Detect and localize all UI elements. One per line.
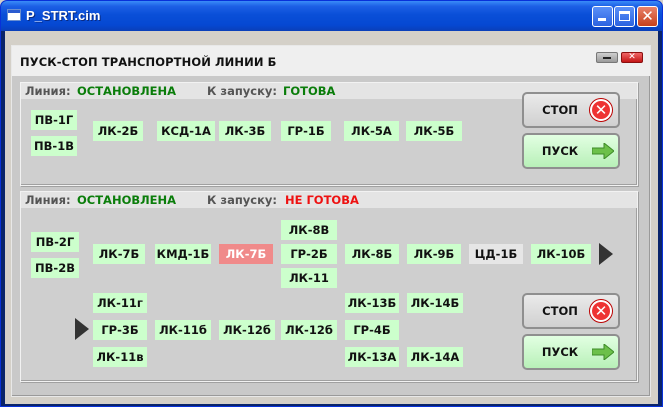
unit-tag[interactable]: КМД-1Б <box>155 244 211 264</box>
unit-tag[interactable]: ЛК-14Б <box>407 293 463 313</box>
unit-tag[interactable]: ПВ-1Г <box>31 110 77 130</box>
line-section-2: Линия: ОСТАНОВЛЕНА К запуску: НЕ ГОТОВА … <box>20 191 638 382</box>
unit-tag-alarm[interactable]: ЛК-7Б <box>219 244 273 264</box>
unit-tag[interactable]: ЛК-8Б <box>345 244 399 264</box>
app-icon <box>7 9 21 21</box>
arrow-right-icon <box>592 344 614 360</box>
unit-tag[interactable]: ЛК-12б <box>281 320 337 340</box>
unit-tag[interactable]: ГР-2Б <box>281 244 337 264</box>
line-state: ОСТАНОВЛЕНА <box>77 193 177 207</box>
unit-tag[interactable]: ЛК-5А <box>344 121 399 141</box>
unit-tag[interactable]: ЛК-2Б <box>93 121 143 141</box>
start-button-label: ПУСК <box>541 144 579 158</box>
ready-state: НЕ ГОТОВА <box>285 193 359 207</box>
minimize-icon <box>603 57 611 59</box>
panel-title: ПУСК-СТОП ТРАНСПОРТНОЙ ЛИНИИ Б <box>20 55 277 69</box>
unit-tag[interactable]: ЦД-1Б <box>469 244 523 264</box>
line-label: Линия: <box>25 84 71 98</box>
stop-button-label: СТОП <box>542 103 578 117</box>
unit-tag[interactable]: ЛК-8В <box>281 220 337 240</box>
unit-tag[interactable]: ЛК-12б <box>219 320 275 340</box>
minimize-button[interactable] <box>592 6 613 27</box>
unit-tag[interactable]: ЛК-11 <box>281 268 337 288</box>
ready-label: К запуску: <box>207 84 278 98</box>
stop-button-label: СТОП <box>542 304 578 318</box>
main-panel: ПУСК-СТОП ТРАНСПОРТНОЙ ЛИНИИ Б ✕ Линия: … <box>11 45 651 397</box>
unit-tag[interactable]: ЛК-11б <box>155 320 211 340</box>
flow-arrow-icon <box>599 243 613 265</box>
unit-tag[interactable]: ЛК-5Б <box>406 121 462 141</box>
unit-tag[interactable]: ЛК-7Б <box>93 244 145 264</box>
line-state: ОСТАНОВЛЕНА <box>77 84 177 98</box>
unit-tag[interactable]: ПВ-2В <box>31 258 79 278</box>
start-button-label: ПУСК <box>541 345 579 359</box>
panel-close-button[interactable]: ✕ <box>621 52 643 63</box>
maximize-button[interactable] <box>614 6 635 27</box>
stop-button-line-2[interactable]: СТОП ✕ <box>522 293 620 329</box>
line-section-1: Линия: ОСТАНОВЛЕНА К запуску: ГОТОВА ПВ-… <box>20 82 638 186</box>
start-button-line-1[interactable]: ПУСК <box>522 133 620 169</box>
app-window: P_STRT.cim ✕ ПУСК-СТОП ТРАНСПОРТНОЙ ЛИНИ… <box>0 0 663 407</box>
unit-tag[interactable]: ЛК-13А <box>345 347 399 367</box>
arrow-right-icon <box>592 143 614 159</box>
title-bar[interactable]: P_STRT.cim ✕ <box>1 1 662 31</box>
unit-tag[interactable]: ЛК-9Б <box>407 244 461 264</box>
unit-tag[interactable]: ПВ-2Г <box>31 232 79 252</box>
unit-tag[interactable]: ГР-3Б <box>93 320 147 340</box>
unit-tag[interactable]: ГР-4Б <box>345 320 399 340</box>
ready-state: ГОТОВА <box>283 84 336 98</box>
window-title: P_STRT.cim <box>26 8 101 23</box>
maximize-icon <box>619 11 630 21</box>
line-label: Линия: <box>25 193 71 207</box>
stop-icon: ✕ <box>590 99 612 121</box>
unit-tag[interactable]: ЛК-11в <box>93 347 147 367</box>
unit-tag[interactable]: ЛК-3Б <box>219 121 271 141</box>
unit-tag[interactable]: ЛК-10Б <box>531 244 591 264</box>
panel-header: ПУСК-СТОП ТРАНСПОРТНОЙ ЛИНИИ Б ✕ <box>12 46 650 76</box>
unit-tag[interactable]: ПВ-1В <box>31 136 77 156</box>
unit-tag[interactable]: ЛК-11г <box>93 293 147 313</box>
unit-tag[interactable]: ГР-1Б <box>281 121 331 141</box>
ready-label: К запуску: <box>207 193 278 207</box>
stop-icon: ✕ <box>590 300 612 322</box>
minimize-icon <box>598 18 606 21</box>
stop-button-line-1[interactable]: СТОП ✕ <box>522 92 620 128</box>
unit-tag[interactable]: КСД-1А <box>157 121 215 141</box>
section-2-status-bar: Линия: ОСТАНОВЛЕНА К запуску: НЕ ГОТОВА <box>21 192 637 208</box>
close-icon: ✕ <box>641 7 654 25</box>
unit-tag[interactable]: ЛК-14А <box>407 347 463 367</box>
close-button[interactable]: ✕ <box>637 6 658 27</box>
window-client: ПУСК-СТОП ТРАНСПОРТНОЙ ЛИНИИ Б ✕ Линия: … <box>5 31 658 404</box>
unit-tag[interactable]: ЛК-13Б <box>345 293 399 313</box>
close-icon: ✕ <box>628 52 636 62</box>
flow-arrow-icon <box>75 318 89 340</box>
panel-minimize-button[interactable] <box>596 52 618 63</box>
start-button-line-2[interactable]: ПУСК <box>522 334 620 370</box>
